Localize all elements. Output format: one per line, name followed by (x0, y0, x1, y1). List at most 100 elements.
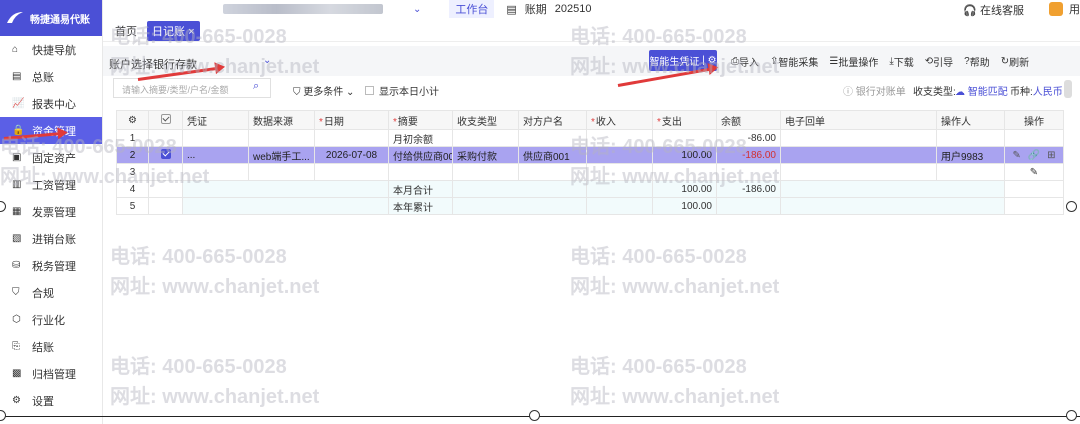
select-all-checkbox[interactable] (148, 110, 183, 130)
row-number: 3 (116, 163, 149, 181)
show-daily-subtotal-checkbox[interactable]: 显示本日小计 (365, 83, 439, 98)
cell-voucher[interactable] (182, 129, 249, 147)
sidebar-item-13[interactable]: ⚙ 设置 (0, 387, 102, 414)
new-voucher-icon[interactable]: ✎ (1030, 167, 1038, 178)
currency-select[interactable]: 币种:人民币 (1010, 83, 1063, 98)
toolbar-label: 智能采集 (778, 58, 819, 69)
cell-expense: 100.00 (652, 197, 717, 215)
tab-journal[interactable]: 日记账 × (147, 20, 200, 41)
toolbar-button-3[interactable]: ⤓ 下载 (889, 54, 913, 69)
cell-voucher[interactable]: ... (182, 146, 249, 164)
dropdown-chevron-icon[interactable]: ⌄ (413, 4, 421, 15)
cell-party[interactable] (518, 129, 587, 147)
sidebar-item-label: 归档管理 (32, 368, 76, 381)
bank-statement-link[interactable]: ⓘ 银行对账单 (843, 83, 906, 98)
cell-summary[interactable]: 月初余额 (388, 129, 453, 147)
calendar-icon: ▤ (506, 3, 517, 16)
toolbar-button-4[interactable]: ⟲ 引导 (925, 54, 953, 69)
row-checkbox-cell[interactable] (148, 163, 183, 181)
cell-type[interactable] (452, 129, 519, 147)
sidebar-item-8[interactable]: ⛁ 税务管理 (0, 252, 102, 279)
more-conditions-button[interactable]: ⛉ 更多条件 ⌄ (293, 83, 354, 98)
table-row[interactable]: 1 月初余额 -86.00 (116, 129, 1064, 147)
archive-icon: ▩ (12, 367, 22, 379)
toolbar-button-5[interactable]: ? 帮助 (964, 54, 990, 69)
sidebar-item-2[interactable]: 📈 报表中心 (0, 90, 102, 117)
cell-income[interactable] (586, 129, 653, 147)
close-icon[interactable]: × (188, 26, 194, 38)
resize-handle[interactable] (1066, 201, 1077, 212)
sidebar-item-7[interactable]: ▧ 进销台账 (0, 225, 102, 252)
sidebar-item-6[interactable]: ▦ 发票管理 (0, 198, 102, 225)
grid-header-row: ⚙ 凭证 数据来源 日期 摘要 收支类型 对方户名 收入 支出 余额 电子回单 … (116, 110, 1064, 130)
cell-party[interactable]: 供应商001 (518, 146, 587, 164)
column-settings-icon[interactable]: ⚙ (116, 110, 149, 130)
cell-date[interactable]: 2026-07-08 (314, 146, 389, 164)
page-tabs: 首页 日记账 × (103, 20, 1080, 42)
grid-icon[interactable]: ⊞ (1047, 150, 1055, 161)
cell-receipt[interactable] (780, 129, 937, 147)
col-source: 数据来源 (248, 110, 315, 130)
cell-source[interactable] (248, 129, 315, 147)
sidebar-item-10[interactable]: ⬡ 行业化 (0, 306, 102, 333)
brand-header[interactable]: 畅捷通易代账 (0, 0, 102, 36)
sidebar-item-0[interactable]: ⌂ 快捷导航 (0, 36, 102, 63)
cell-income[interactable] (586, 146, 653, 164)
home-icon: ⌂ (12, 43, 19, 55)
rtype-label: 收支类型: (913, 87, 956, 98)
watermark-text: 网址: www.chanjet.net (110, 276, 320, 298)
cell-date[interactable] (314, 129, 389, 147)
toolbar-button-0[interactable]: ⎙ 导入 (731, 54, 759, 69)
workbench-button[interactable]: 工作台 (449, 0, 495, 18)
link-icon[interactable]: 🔗 (1028, 150, 1040, 161)
chevron-down-icon[interactable]: ⌄ (263, 55, 271, 66)
checkbox[interactable] (365, 86, 374, 95)
smart-match-button[interactable]: ☁ 智能匹配 (955, 83, 1008, 98)
scrollbar[interactable] (1064, 80, 1072, 98)
toolbar-button-2[interactable]: ☰ 批量操作 (829, 54, 878, 69)
sidebar-item-label: 进销台账 (32, 233, 76, 246)
watermark-text: 电话: 400-665-0028 (570, 356, 747, 378)
sidebar-item-11[interactable]: ⎘ 结账 (0, 333, 102, 360)
sidebar-item-4[interactable]: ▣ 固定资产 (0, 144, 102, 171)
cell-actions: ✎ (1004, 163, 1064, 181)
online-service-button[interactable]: 🎧 在线客服 (963, 2, 1024, 18)
cell-receipt[interactable] (780, 146, 937, 164)
checkbox[interactable] (160, 113, 171, 124)
sidebar-item-1[interactable]: ▤ 总账 (0, 63, 102, 90)
sidebar-item-9[interactable]: ⛉ 合规 (0, 279, 102, 306)
asset-icon: ▣ (12, 151, 22, 163)
currency-label: 币种: (1010, 87, 1033, 98)
checkbox-checked[interactable] (160, 148, 171, 159)
sidebar-item-12[interactable]: ▩ 归档管理 (0, 360, 102, 387)
row-checkbox-cell[interactable] (148, 129, 183, 147)
search-input[interactable]: 请输入摘要/类型/户名/金额 (113, 78, 271, 98)
table-row-selected[interactable]: 2 ... web端手工... 2026-07-08 付给供应商001 采购付款… (116, 146, 1064, 164)
watermark-text: 电话: 400-665-0028 (110, 356, 287, 378)
close-books-icon: ⎘ (12, 340, 20, 352)
bank-statement-label: 银行对账单 (855, 87, 906, 98)
user-menu[interactable]: 用 (1049, 1, 1080, 17)
toolbar-button-6[interactable]: ↻ 刷新 (1001, 54, 1029, 69)
sidebar-item-label: 固定资产 (32, 152, 76, 165)
cell-type[interactable]: 采购付款 (452, 146, 519, 164)
toolbar-label: 引导 (933, 58, 954, 69)
cell-source: web端手工... (248, 146, 315, 164)
cell-operator (936, 129, 1005, 147)
toolbar-button-1[interactable]: ⇪ 智能采集 (770, 54, 818, 69)
resize-handle[interactable] (1066, 410, 1077, 421)
period-value[interactable]: 202510 (555, 3, 592, 15)
resize-handle[interactable] (529, 410, 540, 421)
search-icon[interactable]: ⌕ (253, 80, 259, 93)
table-row[interactable]: 3 ✎ (116, 163, 1064, 181)
cell-expense[interactable]: 100.00 (652, 146, 717, 164)
cell-summary[interactable]: 付给供应商001 (388, 146, 453, 164)
sidebar-item-3[interactable]: 🔒 资金管理 (0, 117, 102, 144)
cell-operator: 用户9983 (936, 146, 1005, 164)
row-checkbox-cell[interactable] (148, 146, 183, 164)
tab-home[interactable]: 首页 (115, 23, 137, 39)
cell-expense[interactable] (652, 129, 717, 147)
edit-icon[interactable]: ✎ (1012, 150, 1020, 161)
sidebar-item-5[interactable]: ▥ 工资管理 (0, 171, 102, 198)
col-actions: 操作 (1004, 110, 1064, 130)
